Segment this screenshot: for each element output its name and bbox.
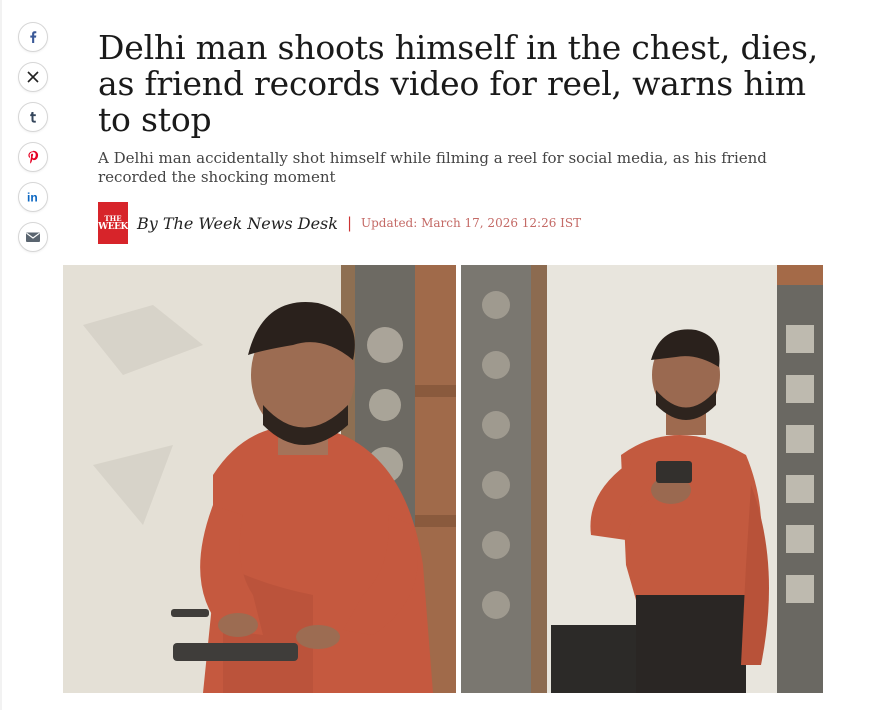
updated-timestamp: Updated: March 17, 2026 12:26 IST	[361, 216, 582, 230]
facebook-icon	[30, 31, 37, 43]
tumblr-icon	[30, 112, 36, 123]
logo-text-bottom: WEEK	[98, 222, 128, 232]
linkedin-icon: in	[27, 191, 38, 205]
share-email-button[interactable]	[18, 222, 48, 252]
share-rail: in	[18, 22, 48, 252]
x-icon	[27, 71, 39, 83]
man-pointing-gun-photo-right	[461, 265, 823, 693]
left-edge-rule	[0, 0, 2, 710]
byline: THE WEEK By The Week News Desk | Updated…	[98, 202, 581, 244]
share-pinterest-button[interactable]	[18, 142, 48, 172]
share-facebook-button[interactable]	[18, 22, 48, 52]
the-week-logo[interactable]: THE WEEK	[98, 202, 128, 244]
article-headline: Delhi man shoots himself in the chest, d…	[98, 28, 819, 139]
article-hero-image	[63, 265, 823, 693]
svg-text:in: in	[27, 191, 38, 205]
share-linkedin-button[interactable]: in	[18, 182, 48, 212]
hero-image-right	[461, 265, 823, 693]
share-tumblr-button[interactable]	[18, 102, 48, 132]
man-holding-gun-photo-left	[63, 265, 456, 693]
hero-image-left	[63, 265, 456, 693]
pinterest-icon	[28, 150, 39, 164]
share-x-button[interactable]	[18, 62, 48, 92]
email-icon	[26, 232, 40, 242]
author-link[interactable]: By The Week News Desk	[137, 214, 338, 233]
article-summary: A Delhi man accidentally shot himself wh…	[98, 149, 767, 186]
byline-separator: |	[346, 214, 352, 232]
